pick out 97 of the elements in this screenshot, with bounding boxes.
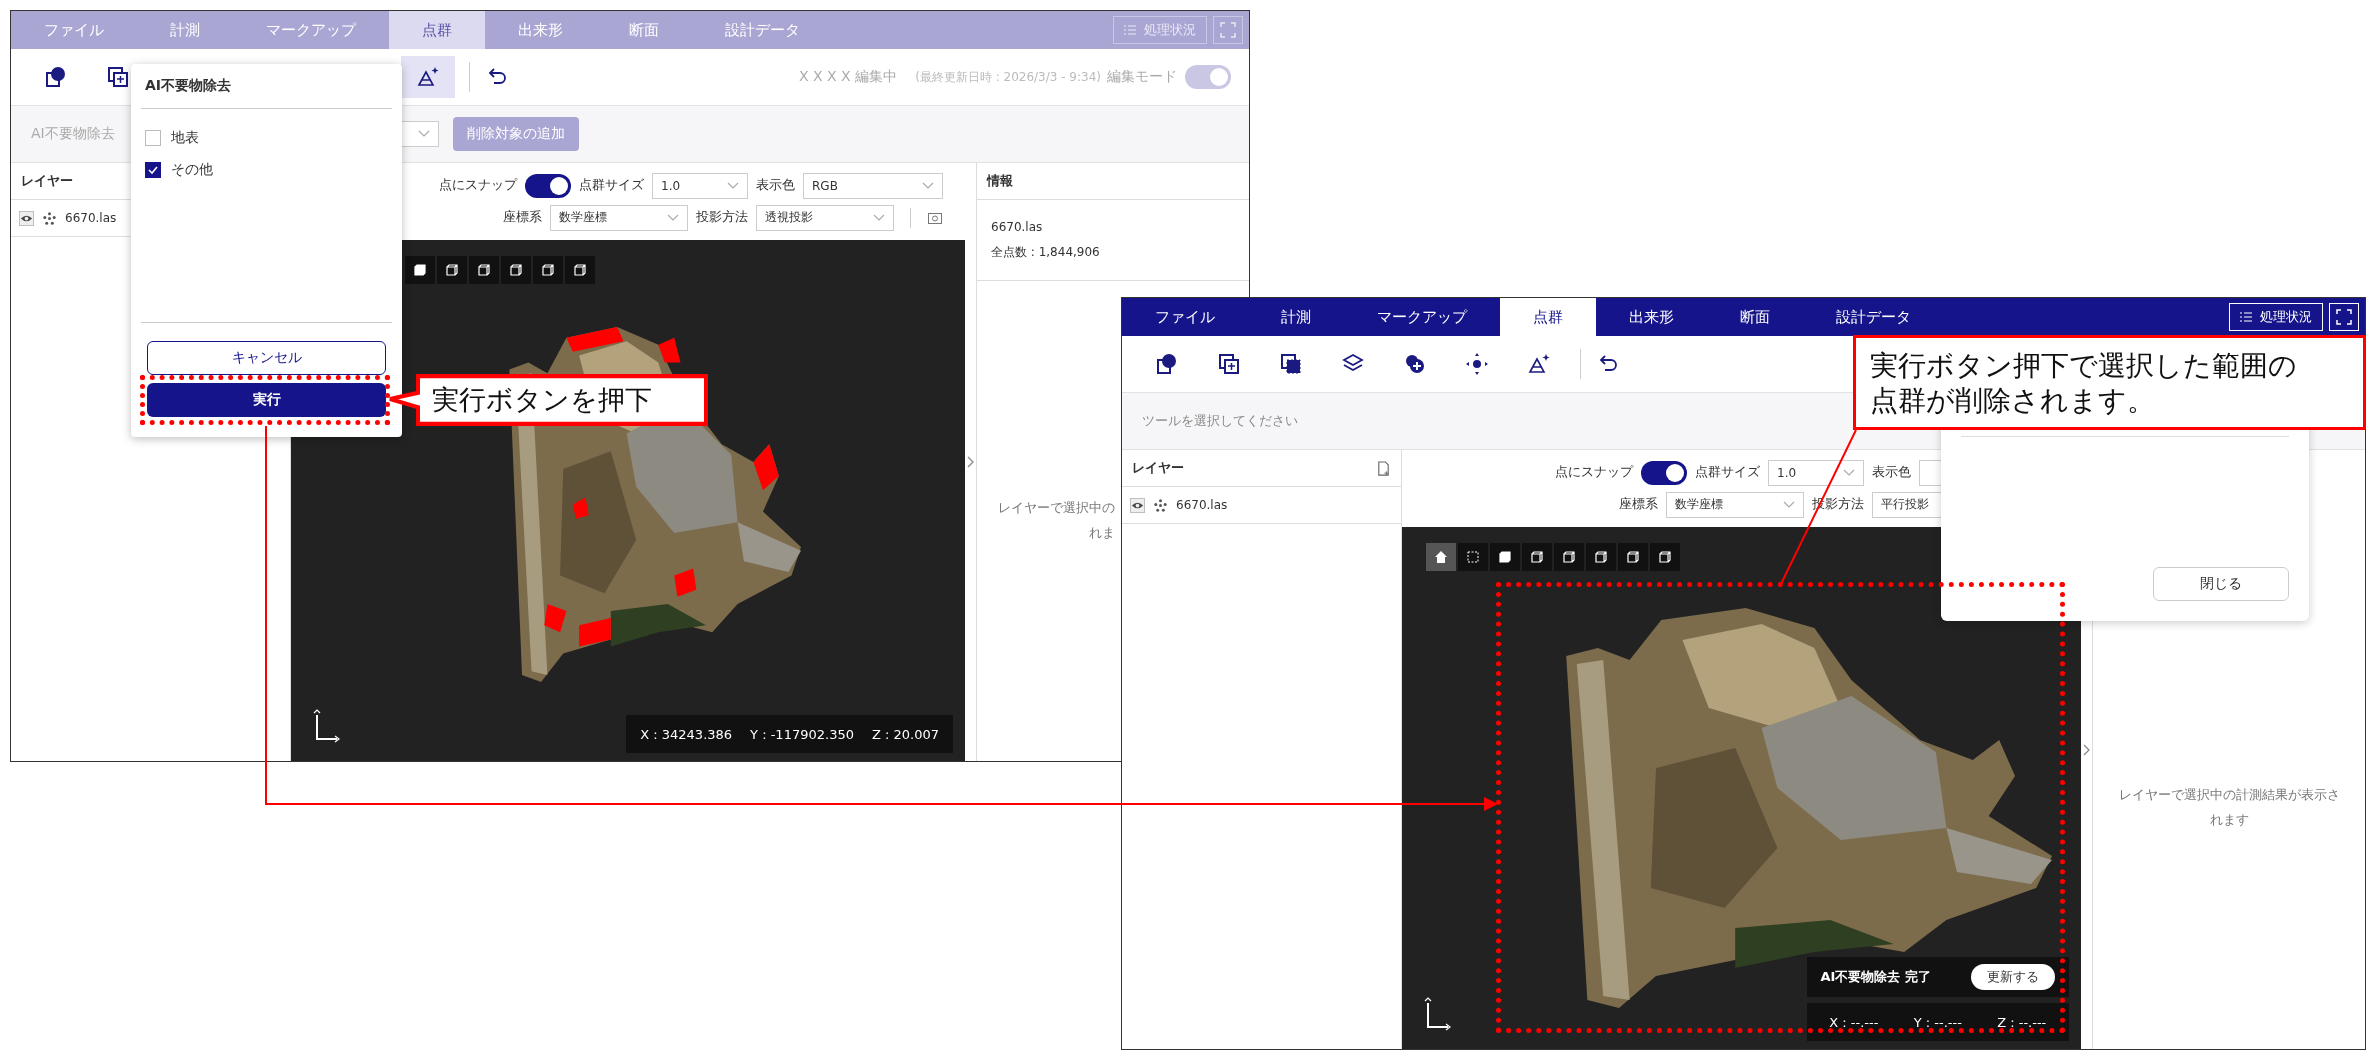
- menu-tab[interactable]: 設計データ: [1803, 298, 1944, 336]
- control-label: 点にスナップ: [439, 177, 517, 194]
- cube-icon: [1561, 549, 1577, 565]
- last-updated: (最終更新日時 : 2026/3/3 - 9:34): [915, 68, 1101, 86]
- info-message: レイヤーで選択中の計測結果が表示さ: [2118, 786, 2340, 804]
- menu-tab[interactable]: マークアップ: [1344, 298, 1500, 336]
- menu-tab[interactable]: 断面: [1707, 298, 1803, 336]
- view-button[interactable]: [1490, 543, 1520, 571]
- callout: 実行ボタン押下で選択した範囲の 点群が削除されます。: [1853, 335, 2366, 430]
- point-cloud-icon: [42, 210, 57, 226]
- cube-icon: [1625, 549, 1641, 565]
- view-button[interactable]: [1554, 543, 1584, 571]
- chevron-down-icon: [922, 181, 934, 190]
- list-icon: [1124, 25, 1136, 35]
- option-label: 地表: [171, 129, 199, 147]
- chevron-down-icon: [418, 130, 430, 138]
- view-button[interactable]: [1650, 543, 1680, 571]
- move-icon: [1465, 352, 1489, 376]
- panel-title: レイヤー: [21, 172, 73, 190]
- dashed-square-icon: [1465, 549, 1481, 565]
- chevron-down-icon: [1843, 468, 1855, 477]
- circle-square-icon: [1155, 352, 1179, 376]
- coordinate-value: X : 34243.386: [640, 726, 733, 742]
- info-message: レイヤーで選択中の: [998, 500, 1115, 517]
- dropdown-select[interactable]: 1.0: [1768, 459, 1864, 486]
- control-label: 投影方法: [696, 209, 748, 226]
- info-message: れま: [1089, 525, 1115, 542]
- control-label: 表示色: [1872, 464, 1911, 481]
- tool-hint: ツールを選択してください: [1142, 412, 1298, 430]
- view-button[interactable]: [1586, 543, 1616, 571]
- mountain-sparkle-icon: [1527, 352, 1551, 376]
- cube-icon: [444, 262, 460, 278]
- tool-label: AI不要物除去: [31, 125, 116, 143]
- mountain-sparkle-icon: [416, 65, 440, 89]
- chevron-right-icon[interactable]: [2082, 743, 2091, 756]
- callout: 実行ボタンを押下: [388, 374, 708, 426]
- cube-icon: [476, 262, 492, 278]
- plus-circle-icon: [1403, 352, 1427, 376]
- control-label: 点群サイズ: [1695, 464, 1760, 481]
- eye-icon[interactable]: [19, 210, 34, 226]
- circle-square-icon: [44, 65, 68, 89]
- dropdown-select[interactable]: 数学座標: [1666, 491, 1804, 518]
- cube-icon: [412, 262, 428, 278]
- square-select-icon: [1217, 352, 1241, 376]
- close-button[interactable]: 閉じる: [2153, 567, 2289, 601]
- view-button[interactable]: [1426, 543, 1456, 571]
- edit-status: X X X X 編集中: [799, 68, 898, 86]
- control-label: 点群サイズ: [579, 177, 644, 194]
- cube-icon: [572, 262, 588, 278]
- cube-icon: [540, 262, 556, 278]
- notification-text: AI不要物除去 完了: [1820, 968, 1931, 986]
- point-cloud-viewport[interactable]: AI不要物除去 完了 更新する X : --.--- Y : --.--- Z : --.---: [1402, 527, 2081, 1049]
- control-label: 座標系: [1619, 496, 1658, 513]
- panel-title: AI不要物除去: [141, 64, 392, 109]
- chevron-down-icon: [727, 181, 739, 190]
- fullscreen-icon: [2336, 309, 2352, 325]
- eye-icon[interactable]: [1130, 497, 1145, 513]
- info-message: れます: [2209, 811, 2249, 829]
- control-label: 点にスナップ: [1555, 464, 1633, 481]
- coordinate-value: Y : --.---: [1913, 1014, 1962, 1030]
- coordinate-value: Z : 20.007: [871, 726, 939, 742]
- edit-mode-label: 編集モード: [1107, 68, 1177, 86]
- cube-icon: [508, 262, 524, 278]
- squares-icon: [1279, 352, 1303, 376]
- coordinate-value: X : --.---: [1829, 1014, 1879, 1030]
- home-icon: [1433, 549, 1449, 565]
- coordinate-value: Y : -117902.350: [750, 726, 854, 742]
- file-add-icon[interactable]: [1376, 460, 1391, 476]
- file-name: 6670.las: [991, 219, 1044, 234]
- layer-item[interactable]: 6670.las: [1122, 487, 1401, 524]
- option-label: その他: [171, 161, 213, 179]
- chevron-down-icon: [1783, 500, 1795, 509]
- cube-icon: [1593, 549, 1609, 565]
- control-label: 表示色: [756, 177, 795, 194]
- view-button[interactable]: [1618, 543, 1648, 571]
- point-count: 全点数 : 1,844,906: [991, 243, 1101, 261]
- panel-title: レイヤー: [1132, 459, 1184, 477]
- menu-tab[interactable]: 点群: [1500, 298, 1596, 336]
- cube-icon: [1657, 549, 1673, 565]
- chevron-down-icon: [667, 213, 679, 222]
- fullscreen-icon: [1220, 22, 1236, 38]
- menu-tab[interactable]: 計測: [1248, 298, 1344, 336]
- panel-title: 情報: [987, 172, 1013, 190]
- coordinate-value: Z : --.---: [1997, 1014, 2047, 1030]
- control-label: 座標系: [503, 209, 542, 226]
- status-button[interactable]: 処理状況: [2229, 303, 2323, 331]
- cube-icon: [1497, 549, 1513, 565]
- list-icon: [2240, 312, 2252, 322]
- chevron-down-icon: [873, 213, 885, 222]
- menu-tab[interactable]: 出来形: [1596, 298, 1707, 336]
- point-cloud-icon: [1153, 497, 1168, 513]
- square-select-icon: [106, 65, 130, 89]
- snap-toggle[interactable]: [1641, 460, 1687, 485]
- cube-icon: [1529, 549, 1545, 565]
- menu-tab[interactable]: ファイル: [1122, 298, 1248, 336]
- update-button[interactable]: 更新する: [1971, 964, 2055, 990]
- view-button[interactable]: [1522, 543, 1552, 571]
